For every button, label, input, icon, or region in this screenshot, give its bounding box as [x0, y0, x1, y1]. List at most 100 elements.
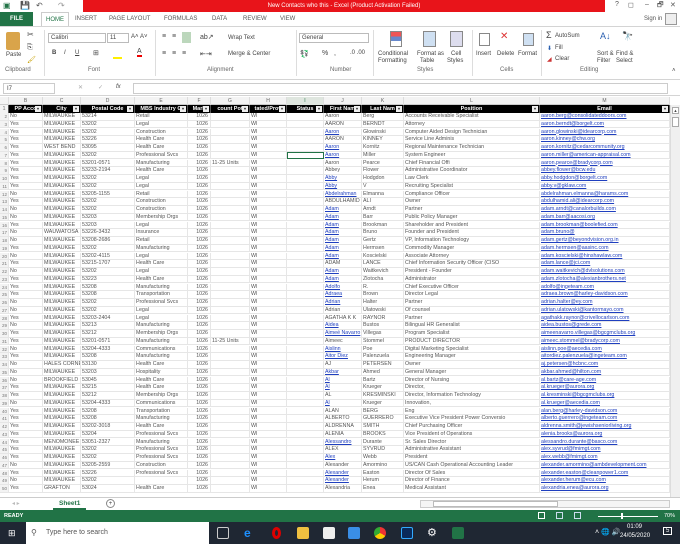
top-align-icon[interactable]: ≡ [162, 33, 166, 40]
vertical-scrollbar[interactable]: ▲ [670, 105, 680, 497]
filter-dropdown-icon[interactable]: ▾ [354, 106, 360, 112]
fill-color-icon[interactable] [113, 57, 122, 59]
clear-icon[interactable]: ◢ [547, 56, 552, 63]
row-header[interactable]: 11 [0, 182, 9, 191]
mail-icon[interactable] [348, 527, 360, 539]
scroll-thumb[interactable] [672, 117, 679, 127]
collapse-ribbon-icon[interactable]: ˄ [672, 68, 676, 74]
row-header[interactable]: 4 [0, 128, 9, 137]
enter-icon[interactable]: ✓ [98, 84, 103, 91]
row-header[interactable]: 36 [0, 376, 9, 385]
row-header[interactable]: 41 [0, 415, 9, 423]
sheet-tab-sheet1[interactable]: Sheet1 [53, 498, 87, 510]
format-as-table-icon[interactable] [423, 31, 436, 47]
row-header[interactable]: 25 [0, 291, 9, 299]
table-cell[interactable]: Aislinn [324, 345, 362, 354]
email-link[interactable]: adam.gertz@beyondvision.org.in [540, 237, 670, 245]
percent-button[interactable]: % [322, 50, 328, 57]
email-link[interactable]: aimeec.stommel@bradycorp.com [540, 337, 670, 346]
row-header[interactable]: 10 [0, 175, 9, 183]
email-link[interactable]: abbey.flower@bcw.edu [540, 167, 670, 175]
zoom-level[interactable]: 70% [664, 513, 675, 519]
table-cell[interactable]: Adam [324, 206, 362, 214]
copy-icon[interactable]: ⎘ [27, 44, 33, 52]
filter-dropdown-icon[interactable]: ▾ [203, 106, 209, 112]
tab-data[interactable]: DATA [212, 12, 227, 26]
windows-start-icon[interactable]: ⊞ [8, 528, 16, 539]
autosum-button[interactable]: AutoSum [555, 33, 580, 39]
select-all-corner[interactable] [0, 97, 9, 105]
maximize-button[interactable]: 🗗 [657, 1, 664, 12]
table-cell[interactable]: Adam [324, 229, 362, 237]
sort-filter-button[interactable]: Sort & [597, 51, 614, 57]
delete-cells-icon[interactable]: ✕ [500, 31, 508, 42]
table-cell[interactable]: Adam [324, 268, 362, 276]
format-as-table-button[interactable]: Format as [417, 51, 444, 57]
redo-icon[interactable]: ↷ [58, 1, 65, 10]
row-header[interactable]: 46 [0, 454, 9, 462]
horizontal-scrollbar[interactable] [420, 500, 670, 508]
column-header-C[interactable]: C [43, 97, 81, 105]
page-break-view-icon[interactable] [574, 512, 581, 519]
table-cell[interactable]: Alexander [324, 477, 362, 485]
email-link[interactable]: aaron.berg@consolidateddoors.com [540, 113, 670, 121]
email-link[interactable]: aitordiez.palenzuela@ingeteam.com [540, 353, 670, 361]
bottom-align-icon[interactable] [182, 32, 191, 43]
row-header[interactable]: 15 [0, 213, 9, 222]
new-sheet-button[interactable]: + [106, 499, 115, 508]
sort-filter-icon[interactable]: A↓ [600, 31, 611, 41]
table-cell[interactable]: Abby [324, 175, 362, 183]
email-link[interactable]: aislinn.poe@aecedia.com [540, 345, 670, 354]
row-header[interactable]: 31 [0, 337, 9, 346]
table-cell[interactable]: Aitor Diez [324, 353, 362, 361]
align-right-icon[interactable]: ≡ [182, 50, 186, 57]
number-format-select[interactable]: General [299, 33, 369, 43]
row-header[interactable]: 34 [0, 361, 9, 369]
font-name-select[interactable]: Calibri [48, 33, 106, 43]
row-header[interactable]: 16 [0, 221, 9, 230]
help-button[interactable]: ? [615, 1, 619, 8]
tab-file[interactable]: FILE [0, 12, 33, 26]
email-link[interactable]: adraea.brown@harley-davidson.com [540, 291, 670, 299]
underline-button[interactable]: U [75, 50, 79, 56]
save-icon[interactable]: 💾 [20, 1, 30, 10]
email-link[interactable]: abby.v@gklaw.com [540, 182, 670, 191]
email-link[interactable]: adolfo@ingeteam.com [540, 283, 670, 292]
notifications-button[interactable]: 5 [663, 527, 673, 535]
cell-styles-icon[interactable] [450, 31, 463, 47]
column-header-F[interactable]: F [188, 97, 211, 105]
conditional-formatting-icon[interactable] [390, 31, 402, 47]
email-link[interactable]: aaron.kinney@chw.org [540, 136, 670, 144]
sign-in-link[interactable]: Sign in [644, 12, 662, 26]
email-link[interactable]: adam.zlotocha@alexianbrothers.net [540, 275, 670, 284]
orientation-icon[interactable]: ab↗ [200, 33, 214, 41]
row-header[interactable]: 22 [0, 268, 9, 276]
name-box[interactable]: I7 [3, 83, 55, 94]
email-link[interactable]: adam.koscielski@hinshawlaw.com [540, 252, 670, 261]
table-cell[interactable]: Adam [324, 237, 362, 245]
font-color-icon[interactable]: A [137, 48, 142, 57]
format-button[interactable]: Format [518, 51, 537, 57]
row-header[interactable]: 44 [0, 438, 9, 447]
column-header-M[interactable]: M [540, 97, 670, 105]
email-link[interactable]: aj.petersen@hcbnc.com [540, 361, 670, 369]
indent-icon[interactable]: ⇤⇥ [200, 50, 212, 58]
filter-dropdown-icon[interactable]: ▾ [35, 106, 41, 112]
bold-button[interactable]: B [52, 50, 56, 56]
email-link[interactable]: aidea.bustos@grede.com [540, 322, 670, 330]
email-link[interactable]: abdelrahman.elmanna@harams.com [540, 190, 670, 199]
email-link[interactable]: akbar.ahmed@hilton.com [540, 368, 670, 377]
minimize-button[interactable]: – [645, 1, 649, 8]
column-header-I[interactable]: I [287, 97, 324, 105]
taskbar-search[interactable]: Type here to search [26, 522, 209, 544]
cut-icon[interactable]: ✂ [27, 30, 34, 39]
edge-icon[interactable]: e [244, 527, 256, 539]
find-select-icon[interactable]: 🔭 [622, 31, 633, 42]
column-header-D[interactable]: D [81, 97, 135, 105]
tab-insert[interactable]: INSERT [75, 12, 97, 26]
row-header[interactable]: 42 [0, 423, 9, 431]
row-header[interactable]: 7 [0, 151, 9, 160]
table-cell[interactable]: Aaron [324, 144, 362, 152]
clock-date[interactable]: 24/05/2020 [620, 533, 650, 539]
conditional-formatting-button[interactable]: Conditional [378, 51, 408, 57]
